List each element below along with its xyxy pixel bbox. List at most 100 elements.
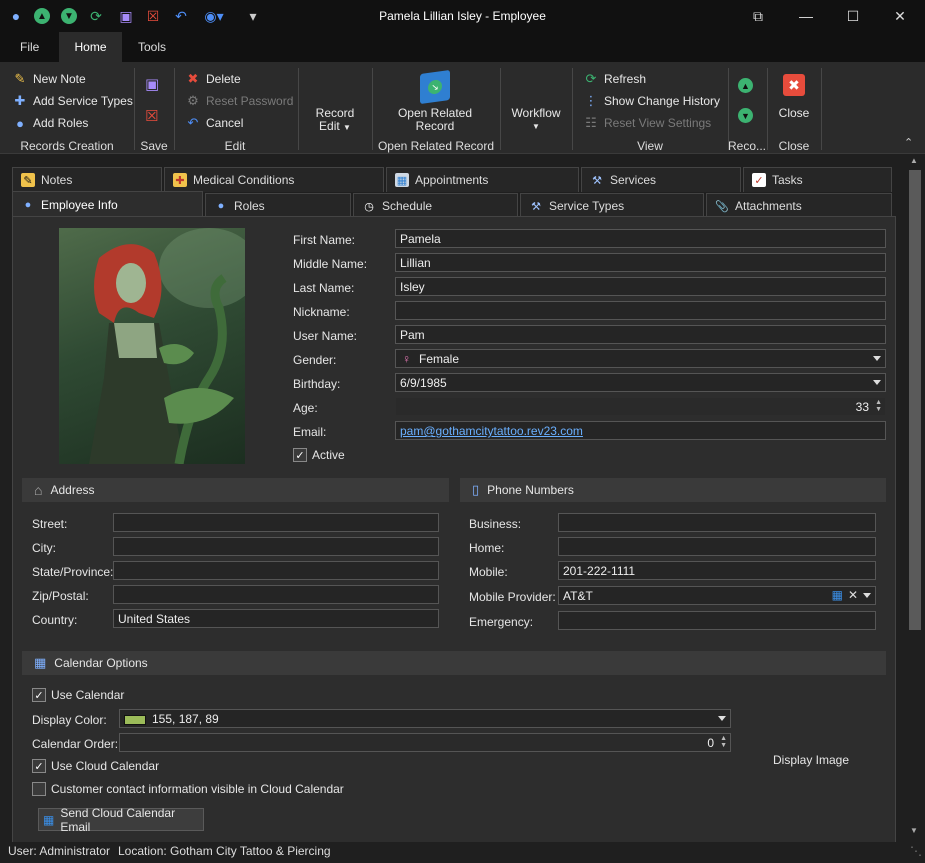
add-roles-button[interactable]: ● Add Roles: [12, 113, 133, 133]
tab-schedule[interactable]: ◷ Schedule: [353, 193, 518, 218]
scroll-up-icon[interactable]: ▲: [910, 156, 918, 165]
street-field[interactable]: [113, 513, 439, 532]
restore-icon[interactable]: ⧉: [738, 4, 778, 28]
zip-field[interactable]: [113, 585, 439, 604]
scrollbar-thumb[interactable]: [909, 170, 921, 630]
new-note-label: New Note: [33, 72, 86, 86]
email-field[interactable]: pam@gothamcitytattoo.rev23.com: [395, 421, 886, 440]
chevron-down-icon[interactable]: [863, 593, 871, 598]
workflow-button[interactable]: Workflow ▼: [505, 107, 567, 133]
close-icon[interactable]: ✖: [783, 74, 805, 96]
state-field[interactable]: [113, 561, 439, 580]
tab-roles[interactable]: ● Roles: [205, 193, 351, 218]
tab-roles-label: Roles: [234, 199, 265, 213]
tools-icon: ⚒: [592, 174, 602, 187]
maximize-button[interactable]: ☐: [833, 4, 873, 28]
tab-appointments-label: Appointments: [415, 173, 489, 187]
birthday-label: Birthday:: [293, 377, 341, 391]
clear-icon[interactable]: ✕: [848, 588, 858, 602]
collapse-ribbon-icon[interactable]: ⌃: [904, 136, 913, 149]
mobile-provider-label: Mobile Provider:: [469, 590, 556, 604]
tab-tools[interactable]: Tools: [124, 32, 180, 62]
mobile-field[interactable]: 201-222-1111: [558, 561, 876, 580]
open-related-record-button[interactable]: Open Related Record: [382, 107, 488, 133]
add-service-types-button[interactable]: ✚ Add Service Types: [12, 91, 133, 111]
home-phone-field[interactable]: [558, 537, 876, 556]
last-name-field[interactable]: Isley: [395, 277, 886, 296]
ribbon-separator: [500, 68, 501, 150]
resize-grip-icon[interactable]: ⋱: [910, 842, 922, 861]
gender-value: Female: [419, 352, 460, 366]
scroll-down-icon[interactable]: ▼: [910, 826, 918, 835]
tab-notes[interactable]: ✎ Notes: [12, 167, 162, 192]
records-creation-label: Records Creation: [20, 139, 114, 153]
clock-icon: ◷: [364, 200, 374, 213]
save-close-button-icon[interactable]: ☒: [145, 107, 158, 125]
tab-service-types[interactable]: ⚒ Service Types: [520, 193, 704, 218]
address-header: ⌂ Address: [22, 478, 449, 502]
calendar-order-label: Calendar Order:: [32, 737, 119, 751]
emergency-field[interactable]: [558, 611, 876, 630]
mobile-provider-select[interactable]: AT&T ▦ ✕: [558, 586, 876, 605]
gender-select[interactable]: ♀ Female: [395, 349, 886, 368]
show-change-history-button[interactable]: ⋮ Show Change History: [583, 91, 721, 111]
open-related-record-icon[interactable]: ↘: [420, 69, 450, 105]
refresh-button[interactable]: ⟳ Refresh: [583, 69, 720, 89]
record-up-icon[interactable]: ▲: [738, 78, 753, 93]
cancel-button[interactable]: ↶ Cancel: [185, 113, 293, 133]
ribbon-separator: [134, 68, 135, 150]
reset-view-settings-button[interactable]: ☷ Reset View Settings: [583, 113, 720, 133]
tab-schedule-label: Schedule: [382, 199, 433, 213]
use-calendar-checkbox[interactable]: ✓ Use Calendar: [32, 688, 124, 702]
record-edit-button[interactable]: Record Edit ▼: [305, 107, 365, 134]
nickname-label: Nickname:: [293, 305, 350, 319]
add-service-types-label: Add Service Types: [33, 94, 133, 108]
tab-employee-info[interactable]: ● Employee Info: [12, 191, 203, 218]
use-cloud-calendar-checkbox[interactable]: ✓ Use Cloud Calendar: [32, 759, 159, 773]
zip-label: Zip/Postal:: [32, 589, 89, 603]
tools-icon: ⚒: [531, 200, 541, 213]
customer-visible-checkbox[interactable]: Customer contact information visible in …: [32, 782, 344, 796]
vertical-scrollbar[interactable]: ▲ ▼: [906, 154, 925, 842]
first-name-field[interactable]: Pamela: [395, 229, 886, 248]
city-field[interactable]: [113, 537, 439, 556]
minimize-button[interactable]: —: [786, 4, 826, 28]
birthday-field[interactable]: 6/9/1985: [395, 373, 886, 392]
display-color-select[interactable]: 155, 187, 89: [119, 709, 731, 728]
nickname-field[interactable]: [395, 301, 886, 320]
spinner-icon[interactable]: ▲ ▼: [875, 399, 882, 413]
first-name-label: First Name:: [293, 233, 356, 247]
open-record-icon[interactable]: ▦: [832, 588, 843, 602]
delete-button[interactable]: ✖ Delete: [185, 69, 293, 89]
middle-name-field[interactable]: Lillian: [395, 253, 886, 272]
unchecked-box: [32, 782, 46, 796]
tab-home[interactable]: Home: [59, 32, 122, 62]
reset-password-button[interactable]: ⚙ Reset Password: [185, 91, 293, 111]
tab-medical-conditions[interactable]: ✚ Medical Conditions: [164, 167, 384, 192]
country-field[interactable]: United States: [113, 609, 439, 628]
calendar-order-field[interactable]: 0 ▲ ▼: [119, 733, 731, 752]
active-checkbox[interactable]: ✓ Active: [293, 448, 345, 462]
send-cloud-calendar-email-button[interactable]: ▦ Send Cloud Calendar Email: [38, 805, 204, 834]
tab-appointments[interactable]: ▦ Appointments: [386, 167, 579, 192]
attachment-icon: 📎: [715, 200, 729, 213]
reset-password-label: Reset Password: [206, 94, 294, 108]
close-window-button[interactable]: ✕: [880, 4, 920, 28]
employee-photo[interactable]: [59, 228, 245, 464]
tab-tasks[interactable]: ✓ Tasks: [743, 167, 892, 192]
email-link[interactable]: pam@gothamcitytattoo.rev23.com: [400, 424, 583, 438]
save-button-icon[interactable]: ▣: [145, 75, 159, 93]
person-icon: ●: [24, 199, 32, 211]
tab-services[interactable]: ⚒ Services: [581, 167, 741, 192]
close-button[interactable]: Close: [772, 107, 816, 120]
tab-file[interactable]: File: [6, 32, 53, 62]
send-cloud-calendar-email-label: Send Cloud Calendar Email: [60, 805, 176, 834]
record-down-icon[interactable]: ▼: [738, 108, 753, 123]
age-field[interactable]: 33 ▲ ▼: [395, 397, 886, 416]
tab-attachments[interactable]: 📎 Attachments: [706, 193, 892, 218]
business-field[interactable]: [558, 513, 876, 532]
user-name-field[interactable]: Pam: [395, 325, 886, 344]
spinner-icon[interactable]: ▲ ▼: [720, 735, 727, 749]
new-note-button[interactable]: ✎ New Note: [12, 69, 133, 89]
phone-numbers-header: ▯ Phone Numbers: [460, 478, 886, 502]
